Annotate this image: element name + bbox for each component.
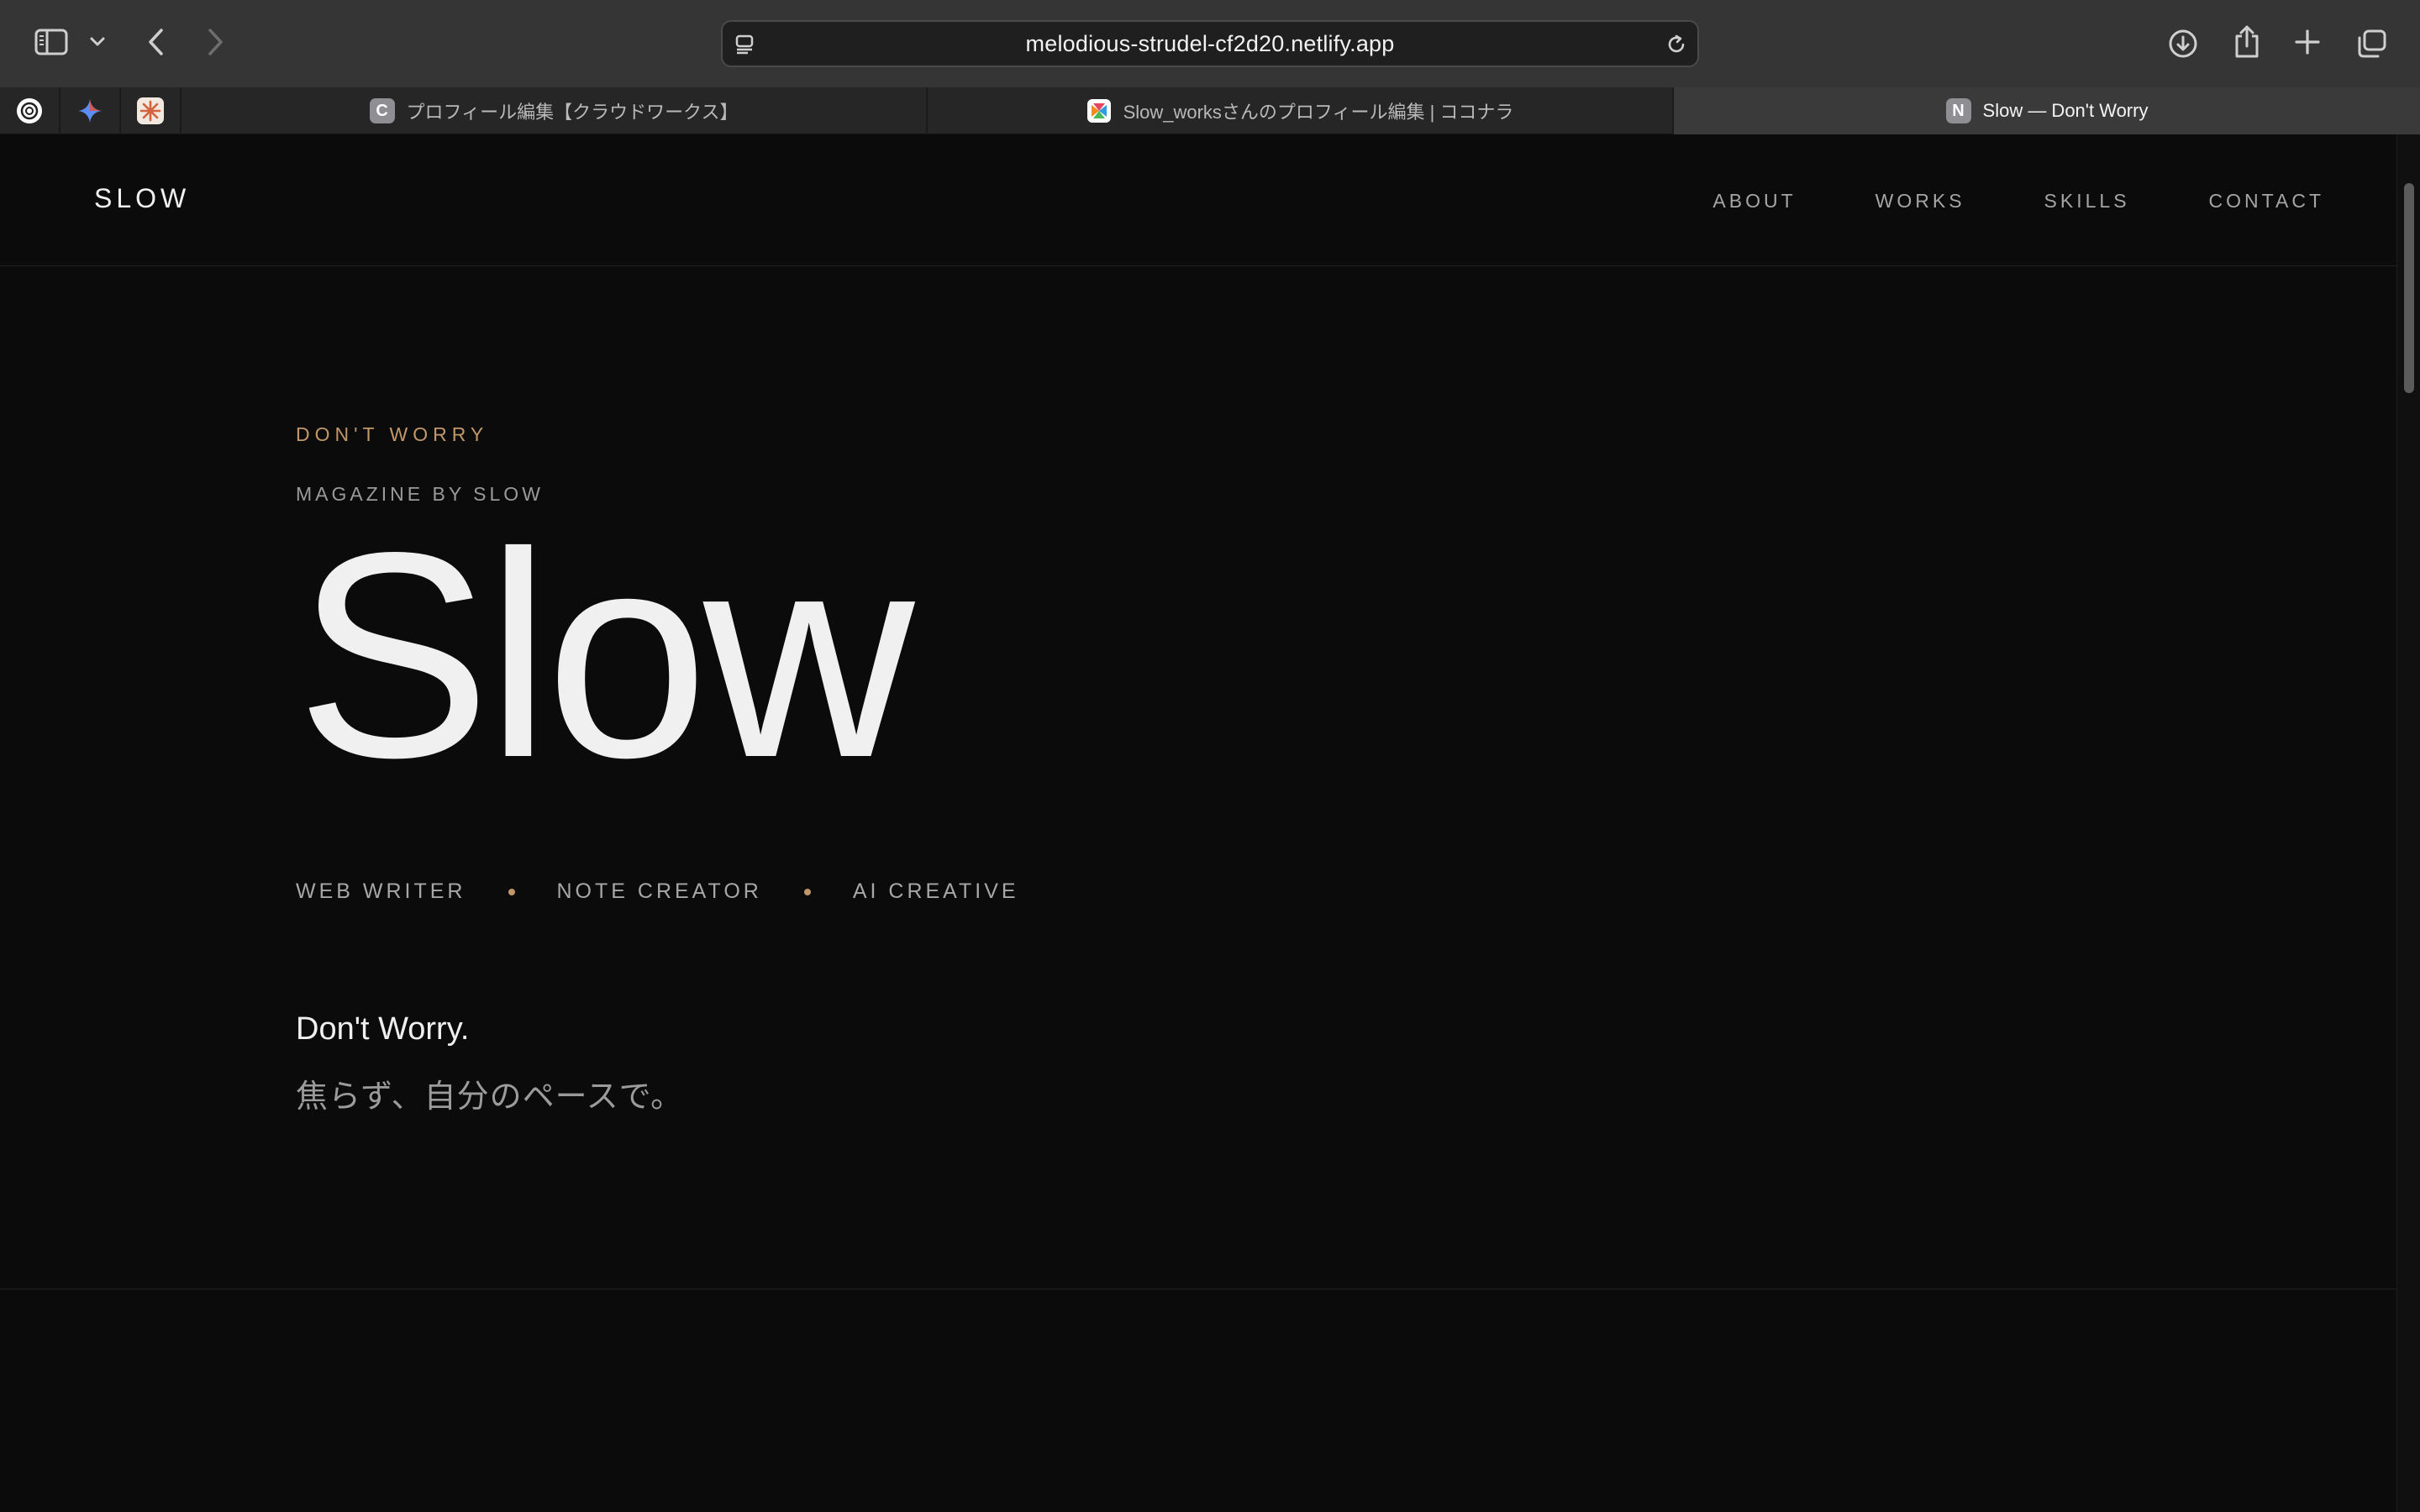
role-ai-creative: AI CREATIVE: [852, 879, 1019, 903]
plus-icon: [2295, 29, 2320, 55]
hero-eyebrow: DON'T WORRY: [296, 423, 489, 445]
tagline-japanese: 焦らず、自分のペースで。: [296, 1079, 684, 1115]
pinned-tab-gemini[interactable]: [60, 87, 121, 134]
reload-icon[interactable]: [1664, 32, 1689, 61]
scrollbar-thumb[interactable]: [2404, 183, 2414, 393]
site-logo[interactable]: SLOW: [94, 183, 190, 214]
nav-works[interactable]: WORKS: [1876, 190, 1965, 213]
chevron-left-icon: [149, 29, 163, 55]
downloads-button[interactable]: [2166, 27, 2200, 60]
tab-coconala[interactable]: Slow_worksさんのプロフィール編集 | ココナラ: [928, 87, 1674, 134]
download-icon: [2169, 29, 2197, 58]
url-text: melodious-strudel-cf2d20.netlify.app: [1025, 30, 1395, 56]
browser-toolbar: melodious-strudel-cf2d20.netlify.app: [0, 0, 2420, 87]
forward-button[interactable]: [200, 27, 230, 57]
role-web-writer: WEB WRITER: [296, 879, 466, 903]
chatgpt-icon: [17, 98, 42, 123]
chevron-right-icon: [208, 29, 223, 55]
site-favicon: N: [1945, 98, 1971, 123]
new-tab-button[interactable]: [2292, 27, 2323, 57]
gemini-icon: [78, 99, 102, 123]
nav-skills[interactable]: SKILLS: [2044, 190, 2130, 213]
tagline-english: Don't Worry.: [296, 1011, 470, 1047]
role-list: WEB WRITER NOTE CREATOR AI CREATIVE: [296, 879, 1019, 904]
pinned-tab-chatgpt[interactable]: [0, 87, 60, 134]
site-header: SLOW ABOUT WORKS SKILLS CONTACT: [0, 134, 2396, 266]
hero-title: Slow: [296, 491, 914, 818]
tab-label: Slow — Don't Worry: [1982, 100, 2149, 121]
tab-bar: C プロフィール編集【クラウドワークス】 Slow_worksさんのプロフィール…: [0, 87, 2420, 134]
address-bar[interactable]: melodious-strudel-cf2d20.netlify.app: [721, 20, 1699, 67]
tab-crowdworks[interactable]: C プロフィール編集【クラウドワークス】: [182, 87, 928, 134]
separator-dot: [508, 888, 515, 895]
share-icon: [2235, 25, 2259, 58]
tab-group-menu-button[interactable]: [87, 32, 108, 52]
tab-label: プロフィール編集【クラウドワークス】: [406, 102, 739, 123]
nav-contact[interactable]: CONTACT: [2209, 190, 2324, 213]
chevron-down-icon: [90, 37, 105, 46]
page-content: SLOW ABOUT WORKS SKILLS CONTACT DON'T WO…: [0, 134, 2396, 1512]
claude-icon: [137, 97, 164, 124]
share-button[interactable]: [2230, 24, 2264, 60]
separator-dot: [803, 888, 811, 895]
nav-about[interactable]: ABOUT: [1712, 190, 1796, 213]
tab-label: Slow_worksさんのプロフィール編集 | ココナラ: [1123, 102, 1514, 123]
tab-slow[interactable]: N Slow — Don't Worry: [1674, 87, 2420, 134]
pinned-tab-claude[interactable]: [121, 87, 182, 134]
tab-overview-button[interactable]: [2354, 27, 2388, 60]
role-note-creator: NOTE CREATOR: [556, 879, 762, 903]
sidebar-toggle-button[interactable]: [34, 27, 69, 57]
crowdworks-icon: C: [369, 98, 395, 123]
coconala-icon: [1086, 98, 1112, 123]
back-button[interactable]: [141, 27, 171, 57]
sidebar-icon: [34, 29, 68, 55]
page-scrollbar[interactable]: [2396, 134, 2420, 1512]
tab-overview-icon: [2358, 29, 2386, 58]
main-nav: ABOUT WORKS SKILLS CONTACT: [1634, 190, 2324, 213]
